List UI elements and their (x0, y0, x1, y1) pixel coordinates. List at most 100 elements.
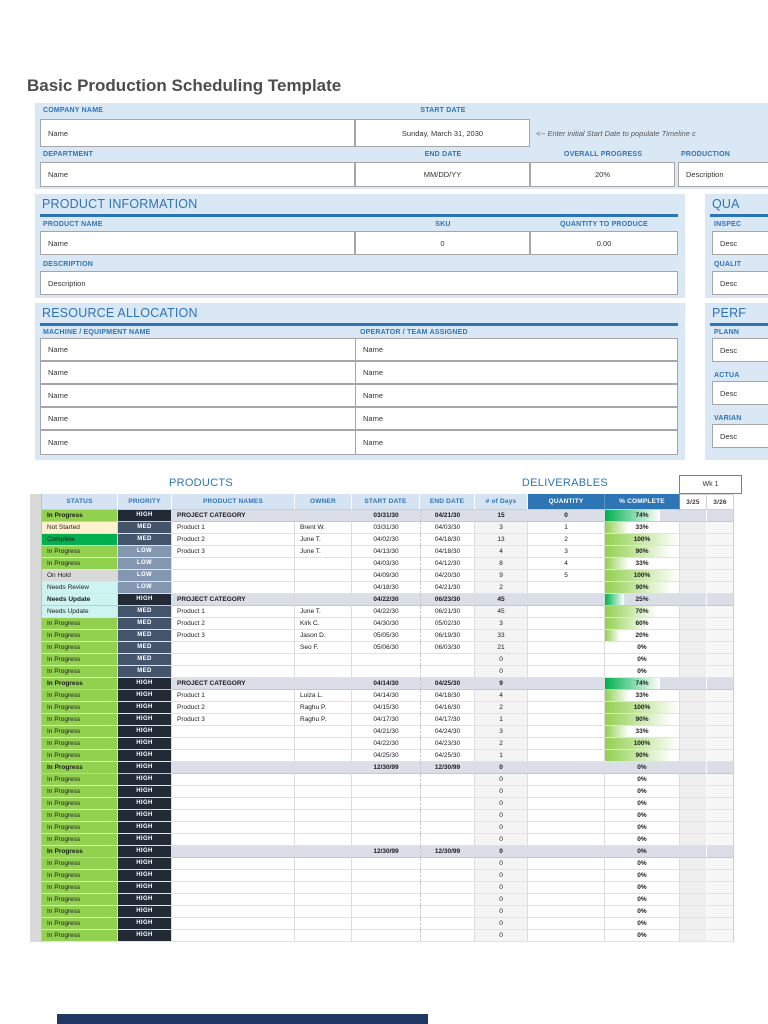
status-cell[interactable]: In Progress (42, 906, 118, 918)
owner-cell[interactable]: Luiza L. (295, 690, 352, 702)
status-cell[interactable]: In Progress (42, 870, 118, 882)
quantity-cell[interactable] (528, 810, 605, 822)
priority-cell[interactable]: HIGH (118, 834, 172, 846)
days-cell[interactable]: 0 (475, 774, 528, 786)
quantity-cell[interactable] (528, 654, 605, 666)
timeline-cell[interactable] (680, 810, 707, 822)
end-date-cell[interactable]: 05/02/30 (420, 618, 475, 630)
start-date-cell[interactable]: 04/13/30 (352, 546, 420, 558)
product-name-cell[interactable] (172, 810, 295, 822)
status-cell[interactable]: In Progress (42, 654, 118, 666)
product-name-cell[interactable] (172, 870, 295, 882)
timeline-cell[interactable] (680, 738, 707, 750)
complete-cell[interactable]: 100% (605, 738, 680, 750)
quantity-cell[interactable] (528, 750, 605, 762)
product-name-cell[interactable] (172, 846, 295, 858)
priority-cell[interactable]: HIGH (118, 594, 172, 606)
days-cell[interactable]: 0 (475, 798, 528, 810)
owner-cell[interactable] (295, 570, 352, 582)
days-cell[interactable]: 0 (475, 930, 528, 942)
quantity-cell[interactable] (528, 930, 605, 942)
status-cell[interactable]: In Progress (42, 846, 118, 858)
status-cell[interactable]: In Progress (42, 774, 118, 786)
priority-cell[interactable]: HIGH (118, 510, 172, 522)
status-header[interactable]: STATUS (42, 494, 118, 510)
priority-cell[interactable]: MED (118, 606, 172, 618)
quantity-cell[interactable] (528, 714, 605, 726)
priority-cell[interactable]: HIGH (118, 894, 172, 906)
end-date-cell[interactable]: 06/19/30 (420, 630, 475, 642)
days-cell[interactable]: 0 (475, 810, 528, 822)
priority-cell[interactable]: HIGH (118, 690, 172, 702)
complete-cell[interactable]: 90% (605, 750, 680, 762)
priority-cell[interactable]: HIGH (118, 714, 172, 726)
product-name-cell[interactable]: PROJECT CATEGORY (172, 510, 295, 522)
days-cell[interactable]: 0 (475, 918, 528, 930)
timeline-cell[interactable] (680, 786, 707, 798)
days-cell[interactable]: 9 (475, 678, 528, 690)
complete-cell[interactable]: 90% (605, 546, 680, 558)
status-cell[interactable]: On Hold (42, 570, 118, 582)
days-cell[interactable]: 0 (475, 870, 528, 882)
timeline-cell[interactable] (680, 774, 707, 786)
complete-cell[interactable]: 0% (605, 870, 680, 882)
status-cell[interactable]: In Progress (42, 666, 118, 678)
status-cell[interactable]: Not Started (42, 522, 118, 534)
end-date-cell[interactable]: 04/12/30 (420, 558, 475, 570)
status-cell[interactable]: In Progress (42, 642, 118, 654)
priority-cell[interactable]: HIGH (118, 762, 172, 774)
owner-cell[interactable]: Jason D. (295, 630, 352, 642)
product-name-cell[interactable] (172, 786, 295, 798)
product-name-cell[interactable]: Product 3 (172, 714, 295, 726)
product-name-cell[interactable] (172, 762, 295, 774)
start-date-cell[interactable] (352, 822, 420, 834)
complete-cell[interactable]: 0% (605, 894, 680, 906)
timeline-cell[interactable] (707, 882, 734, 894)
description-field[interactable]: Description (40, 271, 678, 295)
start-date-cell[interactable]: 04/14/30 (352, 678, 420, 690)
status-cell[interactable]: Needs Update (42, 606, 118, 618)
quantity-cell[interactable] (528, 822, 605, 834)
priority-cell[interactable]: MED (118, 630, 172, 642)
timeline-cell[interactable] (707, 702, 734, 714)
quantity-cell[interactable] (528, 786, 605, 798)
product-name-cell[interactable] (172, 822, 295, 834)
end-date-field[interactable]: MM/DD/YY (355, 162, 530, 187)
start-date-cell[interactable]: 05/06/30 (352, 642, 420, 654)
owner-cell[interactable] (295, 810, 352, 822)
start-date-cell[interactable] (352, 810, 420, 822)
owner-cell[interactable]: June T. (295, 606, 352, 618)
quality-field[interactable]: Desc (712, 271, 768, 295)
priority-cell[interactable]: HIGH (118, 786, 172, 798)
timeline-cell[interactable] (680, 918, 707, 930)
timeline-cell[interactable] (707, 510, 734, 522)
start-date-cell[interactable] (352, 834, 420, 846)
quantity-cell[interactable] (528, 834, 605, 846)
start-date-cell[interactable]: 04/09/30 (352, 570, 420, 582)
product-name-cell[interactable] (172, 558, 295, 570)
timeline-cell[interactable] (680, 582, 707, 594)
timeline-cell[interactable] (680, 930, 707, 942)
owner-cell[interactable] (295, 822, 352, 834)
product-name-cell[interactable] (172, 798, 295, 810)
timeline-cell[interactable] (680, 654, 707, 666)
complete-header[interactable]: % COMPLETE (605, 494, 680, 510)
status-cell[interactable]: In Progress (42, 894, 118, 906)
machine-field[interactable]: Name (40, 361, 356, 384)
product-name-cell[interactable] (172, 894, 295, 906)
status-cell[interactable]: In Progress (42, 834, 118, 846)
end-date-cell[interactable]: 04/21/30 (420, 510, 475, 522)
quantity-cell[interactable]: 2 (528, 534, 605, 546)
start-date-cell[interactable]: 04/03/30 (352, 558, 420, 570)
product-name-cell[interactable]: Product 2 (172, 702, 295, 714)
priority-cell[interactable]: MED (118, 654, 172, 666)
days-header[interactable]: # of Days (475, 494, 528, 510)
product-name-cell[interactable] (172, 654, 295, 666)
timeline-cell[interactable] (707, 798, 734, 810)
product-name-cell[interactable]: Product 2 (172, 534, 295, 546)
end-date-cell[interactable] (420, 930, 475, 942)
end-date-cell[interactable] (420, 786, 475, 798)
operator-field[interactable]: Name (355, 407, 678, 430)
priority-cell[interactable]: LOW (118, 558, 172, 570)
quantity-cell[interactable] (528, 906, 605, 918)
